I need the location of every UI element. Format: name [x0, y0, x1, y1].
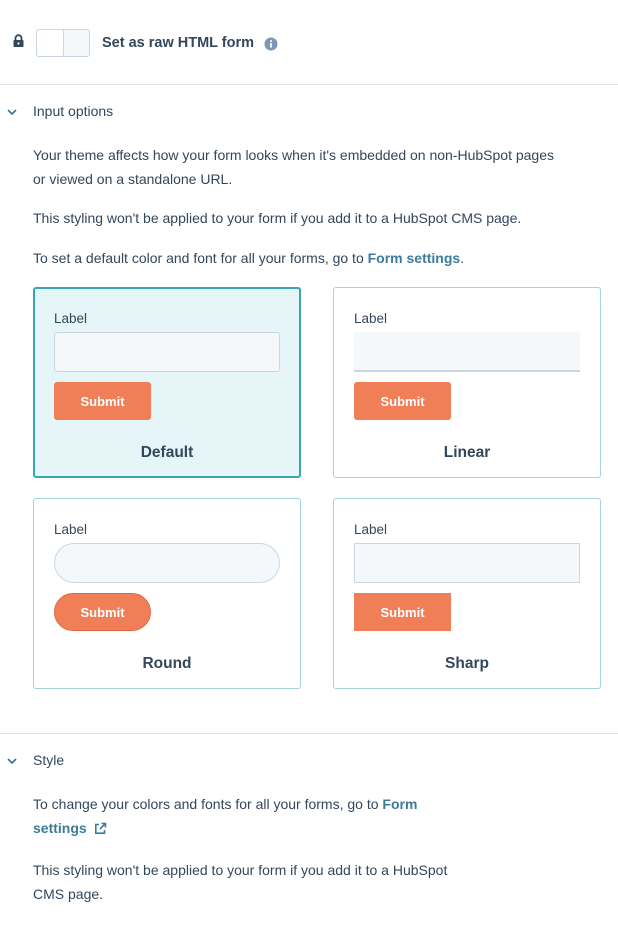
- description-line: or viewed on a standalone URL.: [33, 171, 233, 187]
- input-options-header[interactable]: Input options: [0, 100, 618, 124]
- card-field-preview: [54, 543, 280, 583]
- toggle-knob: [36, 29, 64, 57]
- divider: [0, 733, 618, 734]
- raw-html-label: Set as raw HTML form: [102, 35, 255, 51]
- style-description-line: To change your colors and fonts for all …: [33, 792, 417, 816]
- card-field-label: Label: [54, 311, 88, 326]
- card-submit-preview: Submit: [354, 593, 451, 631]
- form-settings-link[interactable]: Form: [382, 796, 417, 812]
- theme-name: Sharp: [445, 655, 489, 672]
- raw-html-toggle[interactable]: [36, 29, 90, 57]
- chevron-down-icon: [7, 109, 17, 116]
- note-line: This styling won't be applied to your fo…: [33, 862, 448, 878]
- theme-name: Linear: [443, 444, 491, 461]
- divider: [0, 84, 618, 85]
- card-field-label: Label: [54, 522, 88, 537]
- lock-icon: [13, 34, 24, 47]
- style-description-line: settings: [33, 816, 417, 840]
- style-cms-note: This styling won't be applied to your fo…: [33, 858, 447, 906]
- form-settings-link[interactable]: settings: [33, 820, 87, 836]
- note-text: .: [460, 250, 465, 266]
- note-text: To change your colors and fonts for all …: [33, 796, 383, 812]
- note-line: CMS page.: [33, 886, 104, 902]
- card-submit-preview: Submit: [54, 382, 151, 420]
- theme-card-round[interactable]: Label Submit Round: [33, 498, 301, 689]
- card-submit-preview: Submit: [54, 593, 151, 631]
- card-field-preview: [354, 332, 580, 372]
- style-description: To change your colors and fonts for all …: [33, 792, 417, 840]
- external-link-icon[interactable]: [94, 822, 107, 835]
- section-title-style: Style: [33, 752, 65, 768]
- theme-card-sharp[interactable]: Label Submit Sharp: [333, 498, 601, 689]
- form-settings-note: To set a default color and font for all …: [33, 246, 464, 270]
- raw-html-row: Set as raw HTML form: [0, 0, 618, 84]
- note-text: To set a default color and font for all …: [33, 250, 368, 266]
- input-options-description: Your theme affects how your form looks w…: [33, 143, 554, 191]
- style-header[interactable]: Style: [0, 749, 618, 773]
- cms-note: This styling won't be applied to your fo…: [33, 210, 522, 226]
- theme-card-linear[interactable]: Label Submit Linear: [333, 287, 601, 478]
- card-field-preview: [354, 543, 580, 583]
- card-submit-preview: Submit: [354, 382, 451, 420]
- section-title-input-options: Input options: [33, 103, 114, 119]
- card-field-label: Label: [354, 522, 388, 537]
- theme-name: Default: [140, 444, 194, 461]
- theme-card-default[interactable]: Label Submit Default: [33, 287, 301, 478]
- card-field-label: Label: [354, 311, 388, 326]
- info-icon[interactable]: [264, 37, 278, 51]
- form-settings-link[interactable]: Form settings: [368, 250, 461, 266]
- card-field-preview: [54, 332, 280, 372]
- chevron-down-icon: [7, 758, 17, 765]
- description-line: Your theme affects how your form looks w…: [33, 147, 554, 163]
- theme-name: Round: [142, 655, 192, 672]
